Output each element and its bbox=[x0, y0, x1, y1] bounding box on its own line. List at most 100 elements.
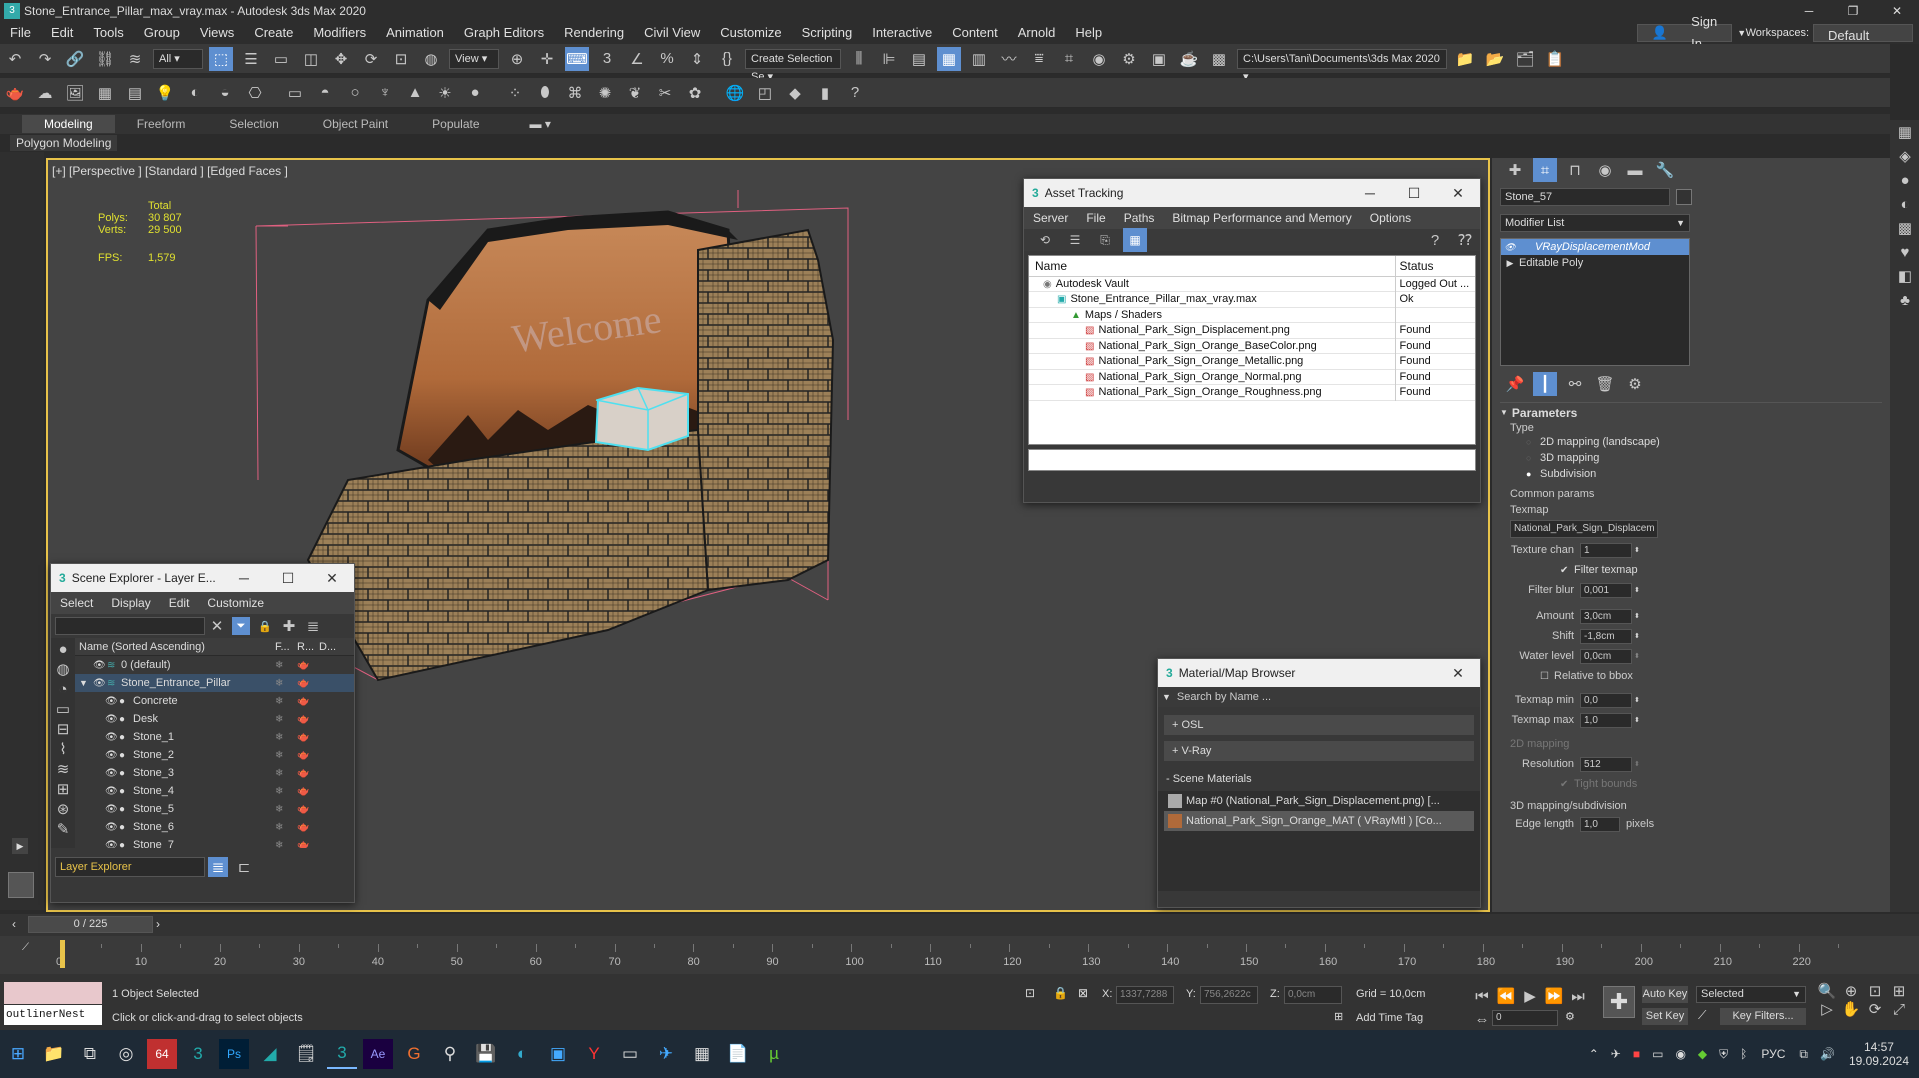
vray-plane-icon[interactable]: ✺ bbox=[593, 81, 617, 105]
param-spinner[interactable]: 0,0 bbox=[1580, 692, 1632, 708]
ribbon-tab-modeling[interactable]: Modeling bbox=[22, 115, 115, 133]
display-xrefs-icon[interactable]: ⊛ bbox=[54, 800, 72, 818]
vray-script-icon[interactable]: ▮ bbox=[813, 81, 837, 105]
render-teapot-icon[interactable]: 🫖 bbox=[297, 696, 319, 707]
display-helpers-icon[interactable]: ⌇ bbox=[54, 740, 72, 758]
grid-icon[interactable]: ▦ bbox=[93, 81, 117, 105]
at-menu-server[interactable]: Server bbox=[1024, 207, 1077, 229]
render-teapot-icon[interactable]: 🫖 bbox=[297, 732, 319, 743]
spinner-arrows-icon[interactable]: ⬍ bbox=[1634, 760, 1640, 768]
minimize-icon[interactable]: ─ bbox=[1348, 185, 1392, 202]
freeze-icon[interactable]: ❄ bbox=[275, 660, 297, 671]
param-spinner[interactable]: 3,0cm bbox=[1580, 608, 1632, 624]
visibility-eye-icon[interactable]: 👁 bbox=[105, 822, 119, 833]
menu-scripting[interactable]: Scripting bbox=[792, 22, 863, 44]
project-create-icon[interactable]: 🗂 bbox=[1513, 47, 1537, 71]
menu-arnold[interactable]: Arnold bbox=[1008, 22, 1066, 44]
ribbon-tab-selection[interactable]: Selection bbox=[207, 115, 300, 133]
close-icon[interactable]: ✕ bbox=[1875, 4, 1919, 18]
close-icon[interactable]: ✕ bbox=[310, 570, 354, 587]
vray-fur-icon[interactable]: ⌘ bbox=[563, 81, 587, 105]
vray-toolbar-icon[interactable]: ◈ bbox=[1893, 144, 1917, 168]
3dsmax-active-icon[interactable]: 3 bbox=[327, 1039, 357, 1069]
orbit-icon[interactable]: ⟳ bbox=[1866, 1000, 1884, 1018]
select-manipulate-icon[interactable]: ✛ bbox=[535, 47, 559, 71]
workspace-dropdown[interactable]: Default bbox=[1813, 24, 1913, 43]
param-spinner[interactable]: 1,0 bbox=[1580, 816, 1620, 832]
track-bar-toggle-icon[interactable]: ⟋ bbox=[22, 942, 29, 953]
heart-icon[interactable]: ♥ bbox=[1893, 240, 1917, 264]
spinner-arrows-icon[interactable]: ⬍ bbox=[1634, 612, 1640, 620]
tray-volume-icon[interactable]: 🔊 bbox=[1820, 1047, 1835, 1061]
photoshop-icon[interactable]: Ps bbox=[219, 1039, 249, 1069]
add-layer-icon[interactable]: ✚ bbox=[280, 614, 298, 638]
display-groups-icon[interactable]: ⊞ bbox=[54, 780, 72, 798]
minimize-icon[interactable]: ─ bbox=[222, 570, 266, 587]
spinner-arrows-icon[interactable]: ⬍ bbox=[1634, 632, 1640, 640]
list-icon[interactable]: ☰ bbox=[1063, 228, 1087, 252]
move-icon[interactable]: ✥ bbox=[329, 47, 353, 71]
paths-icon[interactable]: ⎘ bbox=[1093, 228, 1117, 252]
redo-icon[interactable]: ↷ bbox=[33, 47, 57, 71]
display-spacewarps-icon[interactable]: ≋ bbox=[54, 760, 72, 778]
col-name-sorted[interactable]: Name (Sorted Ascending) bbox=[75, 641, 275, 653]
scene-explorer-icon[interactable]: ▥ bbox=[967, 47, 991, 71]
dome-light-icon[interactable]: ◓ bbox=[313, 81, 337, 105]
vray-decal-icon[interactable]: ✿ bbox=[683, 81, 707, 105]
scene-material-item[interactable]: Map #0 (National_Park_Sign_Displacement.… bbox=[1164, 791, 1474, 811]
param-spinner[interactable]: 1 bbox=[1580, 542, 1632, 558]
filter-icon[interactable]: ⏷ bbox=[232, 617, 250, 635]
image-icon[interactable]: 🖼 bbox=[63, 81, 87, 105]
hierarchy-icon[interactable]: ⊏ bbox=[234, 857, 254, 877]
tray-vpn-icon[interactable]: ◉ bbox=[1675, 1047, 1685, 1061]
type-radio-option[interactable]: ● Subdivision bbox=[1526, 466, 1882, 482]
unlink-icon[interactable]: ⛓ bbox=[93, 47, 117, 71]
visibility-eye-icon[interactable]: 👁 bbox=[93, 678, 107, 689]
freeze-icon[interactable]: ❄ bbox=[275, 696, 297, 707]
key-selection-dropdown[interactable]: Selected ▼ bbox=[1696, 986, 1806, 1003]
sphere-icon[interactable]: ● bbox=[463, 81, 487, 105]
menu-group[interactable]: Group bbox=[134, 22, 190, 44]
display-cameras-icon[interactable]: ⊟ bbox=[54, 720, 72, 738]
tray-telegram-icon[interactable]: ✈ bbox=[1611, 1047, 1621, 1061]
make-unique-icon[interactable]: ⚯ bbox=[1563, 372, 1587, 396]
menu-civil-view[interactable]: Civil View bbox=[634, 22, 710, 44]
param-spinner[interactable]: 1,0 bbox=[1580, 712, 1632, 728]
type-radio-option[interactable]: ○ 3D mapping bbox=[1526, 450, 1882, 466]
teapot-icon[interactable]: 🫖 bbox=[3, 81, 27, 105]
modifier-stack-item[interactable]: ▶ Editable Poly bbox=[1501, 255, 1689, 271]
light-bulb-icon[interactable]: 💡 bbox=[153, 81, 177, 105]
project-path-dropdown[interactable]: C:\Users\Tani\Documents\3ds Max 2020 ▾ bbox=[1237, 48, 1447, 83]
g-app-icon[interactable]: G bbox=[399, 1039, 429, 1069]
maximize-icon[interactable]: ☐ bbox=[1392, 185, 1436, 202]
visibility-eye-icon[interactable]: 👁 bbox=[105, 840, 119, 849]
maximize-viewport-icon[interactable]: ⤢ bbox=[1890, 1000, 1908, 1018]
camera-icon[interactable]: ⎔ bbox=[243, 81, 267, 105]
cloud-icon[interactable]: ☁ bbox=[33, 81, 57, 105]
tray-bluetooth-icon[interactable]: ᛒ bbox=[1740, 1047, 1747, 1061]
proxy-icon[interactable]: ⁘ bbox=[503, 81, 527, 105]
layers-icon[interactable]: ≣ bbox=[304, 614, 322, 638]
telegram-icon[interactable]: ✈ bbox=[651, 1039, 681, 1069]
render-icon[interactable]: ☕ bbox=[1177, 47, 1201, 71]
auto-key-button[interactable]: Auto Key bbox=[1642, 986, 1688, 1003]
x-coord-field[interactable]: 1337,7288 bbox=[1116, 986, 1174, 1004]
prev-frame-icon[interactable]: ‹ bbox=[12, 917, 16, 931]
help-icon[interactable]: ? bbox=[843, 81, 867, 105]
align-icon[interactable]: ⊫ bbox=[877, 47, 901, 71]
object-color-swatch[interactable] bbox=[1676, 189, 1692, 205]
freeze-icon[interactable]: ❄ bbox=[275, 750, 297, 761]
render-setup-icon[interactable]: ⚙ bbox=[1117, 47, 1141, 71]
se-menu-select[interactable]: Select bbox=[51, 592, 102, 614]
ribbon-toggle-icon[interactable]: ▦ bbox=[937, 46, 961, 71]
freeze-icon[interactable]: ❄ bbox=[275, 732, 297, 743]
clock[interactable]: 14:57 19.09.2024 bbox=[1849, 1040, 1909, 1068]
param-spinner[interactable]: 0,001 bbox=[1580, 582, 1632, 598]
ribbon-options-icon[interactable]: ▬ ▾ bbox=[524, 115, 557, 133]
help-icon[interactable]: ? bbox=[1423, 228, 1447, 252]
zoom-all-icon[interactable]: ⊕ bbox=[1842, 982, 1860, 1000]
menu-rendering[interactable]: Rendering bbox=[554, 22, 634, 44]
tray-arrow-icon[interactable]: ⌃ bbox=[1589, 1047, 1599, 1061]
scene-search-input[interactable] bbox=[55, 617, 205, 635]
project-set-icon[interactable]: 📂 bbox=[1483, 47, 1507, 71]
